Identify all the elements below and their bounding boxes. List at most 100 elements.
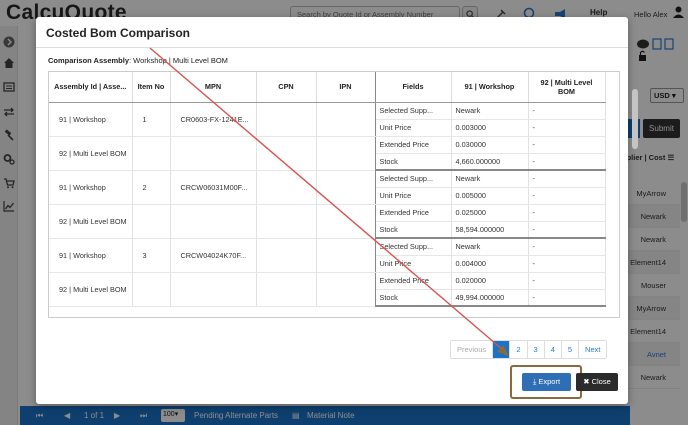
page-1-button[interactable]: 1 — [493, 341, 511, 358]
page-5-button[interactable]: 5 — [561, 341, 580, 358]
value-92-cell: - — [528, 102, 606, 120]
table-row[interactable]: 91 | Workshop 1 CR0603-FX-1241E... Selected… — [49, 102, 606, 137]
value-92-cell: - — [528, 238, 606, 256]
export-button[interactable]: ⤓ Export — [522, 373, 571, 391]
costed-bom-comparison-modal: Costed Bom Comparison Comparison Assembl… — [36, 17, 638, 404]
assembly-cell: 92 | Multi Level BOM — [49, 204, 133, 239]
item-no-cell — [132, 204, 171, 239]
cpn-cell — [256, 238, 317, 273]
comparison-grid[interactable]: Assembly Id | Asse... Item No MPN CPN IPN Fie… — [48, 71, 620, 318]
page-4-button[interactable]: 4 — [544, 341, 562, 358]
cpn-cell — [256, 204, 317, 239]
column-header[interactable]: Item No — [132, 72, 171, 103]
modal-divider — [36, 47, 628, 48]
value-92-cell: - — [528, 136, 606, 154]
column-header[interactable]: Fields — [375, 72, 452, 103]
field-name-cell: Stock — [375, 221, 452, 239]
assembly-cell: 92 | Multi Level BOM — [49, 136, 133, 171]
assembly-cell: 91 | Workshop — [49, 102, 133, 137]
ipn-cell — [316, 170, 376, 205]
value-91-cell: Newark — [451, 170, 529, 188]
value-92-cell: - — [528, 204, 606, 222]
value-91-cell: 0.004000 — [451, 255, 529, 273]
field-name-cell: Unit Price — [375, 187, 452, 205]
field-name-cell: Extended Price — [375, 204, 452, 222]
field-name-cell: Unit Price — [375, 255, 452, 273]
value-92-cell: - — [528, 289, 606, 307]
field-name-cell: Selected Supp... — [375, 102, 452, 120]
close-button[interactable]: ✖ Close — [576, 373, 618, 391]
table-row[interactable]: 92 | Multi Level BOM Extended Price 0.0250… — [49, 204, 606, 239]
table-row[interactable]: 91 | Workshop 3 CRCW04024K70F... Selected S… — [49, 238, 606, 273]
cpn-cell — [256, 136, 317, 171]
cpn-cell — [256, 272, 317, 307]
page-3-button[interactable]: 3 — [527, 341, 545, 358]
page-2-button[interactable]: 2 — [510, 341, 528, 358]
column-header[interactable]: MPN — [170, 72, 257, 103]
assembly-cell: 91 | Workshop — [49, 170, 133, 205]
value-92-cell: - — [528, 153, 606, 171]
value-92-cell: - — [528, 170, 606, 188]
comparison-assembly-label: Comparison Assembly — [48, 56, 129, 65]
mpn-cell — [170, 272, 257, 307]
ipn-cell — [316, 238, 376, 273]
table-header-row: Assembly Id | Asse... Item No MPN CPN IPN Fie… — [49, 72, 606, 103]
grid-scrollbar[interactable] — [632, 89, 638, 149]
table-row[interactable]: 92 | Multi Level BOM Extended Price 0.0300… — [49, 136, 606, 171]
mpn-cell: CRCW06031M00F... — [170, 170, 257, 205]
mpn-cell — [170, 136, 257, 171]
field-name-cell: Stock — [375, 289, 452, 307]
next-page-button[interactable]: Next — [579, 341, 607, 358]
item-no-cell — [132, 272, 171, 307]
modal-title: Costed Bom Comparison — [46, 26, 191, 40]
pagination: Previous 1 2 3 4 5 Next — [450, 340, 608, 359]
column-header[interactable]: 92 | Multi Level BOM — [528, 72, 606, 103]
ipn-cell — [316, 136, 376, 171]
ipn-cell — [316, 272, 376, 307]
mpn-cell: CRCW04024K70F... — [170, 238, 257, 273]
export-label: Export — [538, 377, 561, 386]
value-92-cell: - — [528, 187, 606, 205]
item-no-cell: 3 — [132, 238, 171, 273]
close-icon: ✖ — [583, 377, 590, 386]
value-91-cell: Newark — [451, 238, 529, 256]
value-91-cell: 0.025000 — [451, 204, 529, 222]
assembly-cell: 91 | Workshop — [49, 238, 133, 273]
comparison-assembly-value: : Workshop | Multi Level BOM — [129, 56, 228, 65]
table-row[interactable]: 92 | Multi Level BOM Extended Price 0.0200… — [49, 272, 606, 307]
item-no-cell: 1 — [132, 102, 171, 137]
mpn-cell: CR0603-FX-1241E... — [170, 102, 257, 137]
value-92-cell: - — [528, 221, 606, 239]
close-label: Close — [591, 377, 611, 386]
value-91-cell: 4,660.000000 — [451, 153, 529, 171]
cpn-cell — [256, 170, 317, 205]
previous-page-button[interactable]: Previous — [451, 341, 494, 358]
comparison-table: Assembly Id | Asse... Item No MPN CPN IPN Fie… — [49, 72, 606, 307]
value-91-cell: 0.030000 — [451, 136, 529, 154]
field-name-cell: Extended Price — [375, 136, 452, 154]
mpn-cell — [170, 204, 257, 239]
value-91-cell: 0.005000 — [451, 187, 529, 205]
field-name-cell: Unit Price — [375, 119, 452, 137]
value-92-cell: - — [528, 255, 606, 273]
column-header[interactable]: CPN — [256, 72, 317, 103]
assembly-cell: 92 | Multi Level BOM — [49, 272, 133, 307]
ipn-cell — [316, 102, 376, 137]
field-name-cell: Extended Price — [375, 272, 452, 290]
column-header[interactable]: IPN — [316, 72, 376, 103]
value-92-cell: - — [528, 119, 606, 137]
value-91-cell: 0.003000 — [451, 119, 529, 137]
cpn-cell — [256, 102, 317, 137]
column-header[interactable]: 91 | Workshop — [451, 72, 529, 103]
value-91-cell: 49,994.000000 — [451, 289, 529, 307]
item-no-cell — [132, 136, 171, 171]
value-91-cell: 58,594.000000 — [451, 221, 529, 239]
value-91-cell: Newark — [451, 102, 529, 120]
field-name-cell: Selected Supp... — [375, 238, 452, 256]
table-row[interactable]: 91 | Workshop 2 CRCW06031M00F... Selected S… — [49, 170, 606, 205]
value-92-cell: - — [528, 272, 606, 290]
item-no-cell: 2 — [132, 170, 171, 205]
column-header[interactable]: Assembly Id | Asse... — [49, 72, 133, 103]
download-icon: ⤓ — [532, 377, 537, 386]
value-91-cell: 0.020000 — [451, 272, 529, 290]
